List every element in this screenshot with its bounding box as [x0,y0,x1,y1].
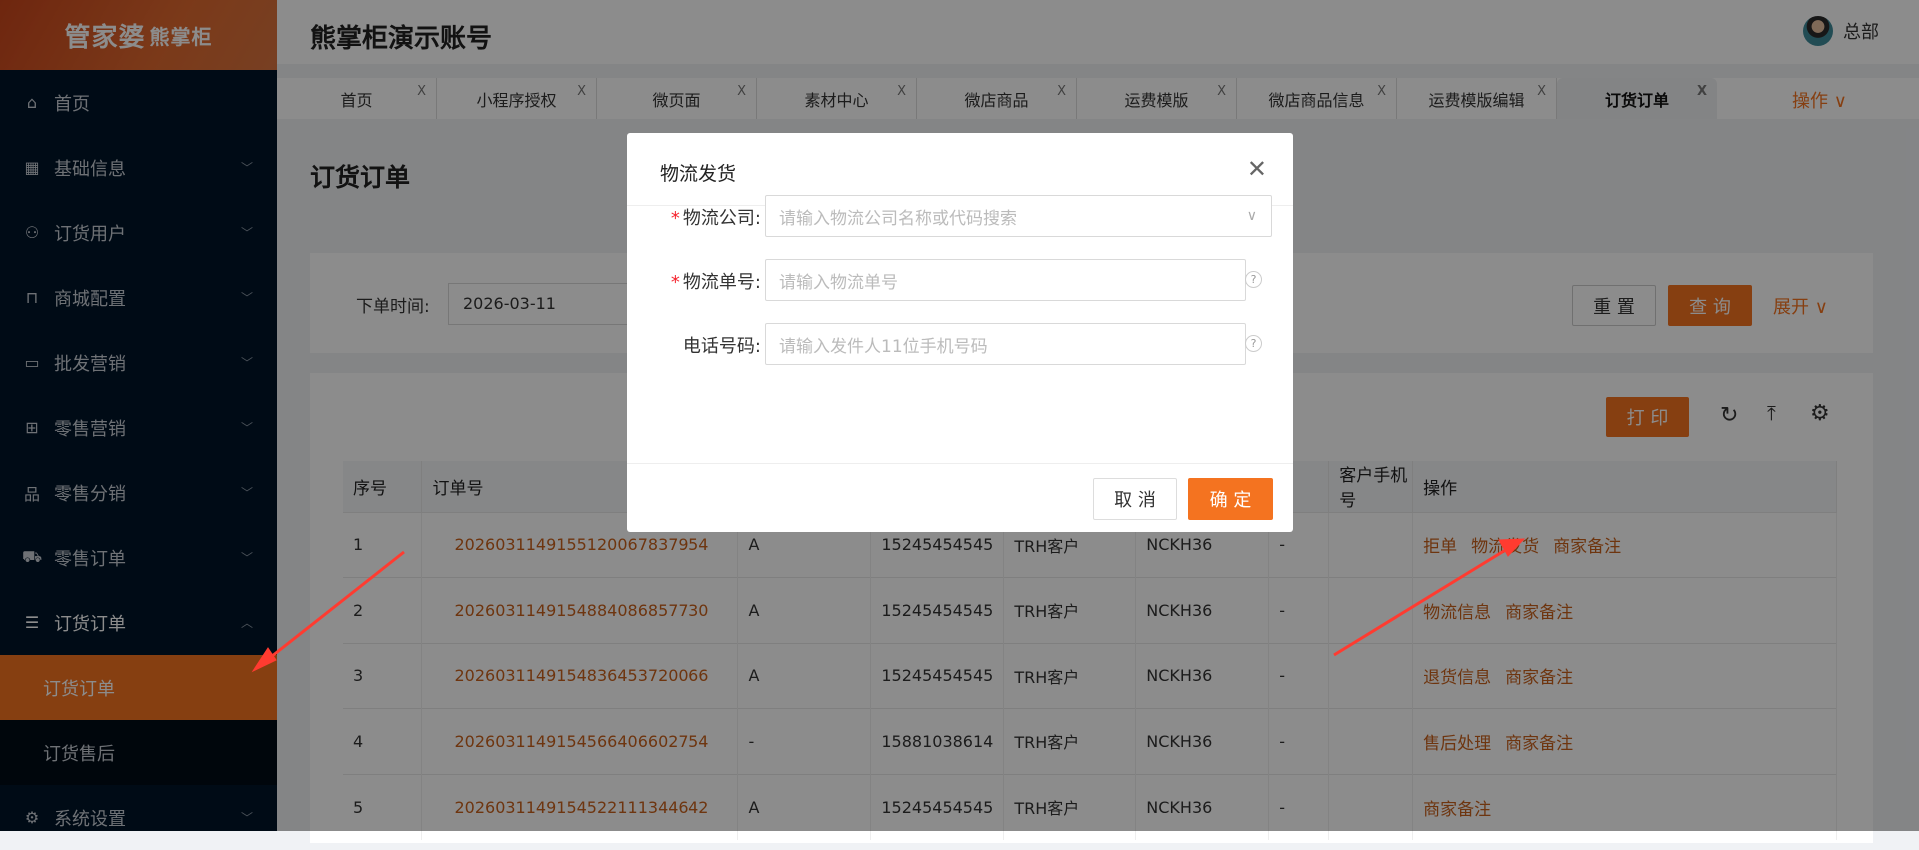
logistics-company-select[interactable]: 请输入物流公司名称或代码搜索 ∨ [765,195,1272,237]
cancel-button[interactable]: 取 消 [1093,478,1177,520]
dialog-footer-divider [627,463,1293,464]
dialog-title: 物流发货 [660,163,737,185]
tracking-number-label: * 物流单号: [670,272,761,293]
shipping-dialog: 物流发货 ✕ * 物流公司: 请输入物流公司名称或代码搜索 ∨ * 物流单号: 请输入… [627,133,1293,532]
confirm-button[interactable]: 确 定 [1188,478,1273,520]
help-icon[interactable]: ? [1245,335,1262,352]
chevron-down-icon: ∨ [1246,208,1257,224]
close-icon[interactable]: ✕ [1247,155,1267,183]
phone-input[interactable]: 请输入发件人11位手机号码 [765,323,1246,365]
tracking-number-input[interactable]: 请输入物流单号 [765,259,1246,301]
phone-label: 电话号码: [682,336,761,357]
help-icon[interactable]: ? [1245,271,1262,288]
logistics-company-label: * 物流公司: [670,208,761,229]
